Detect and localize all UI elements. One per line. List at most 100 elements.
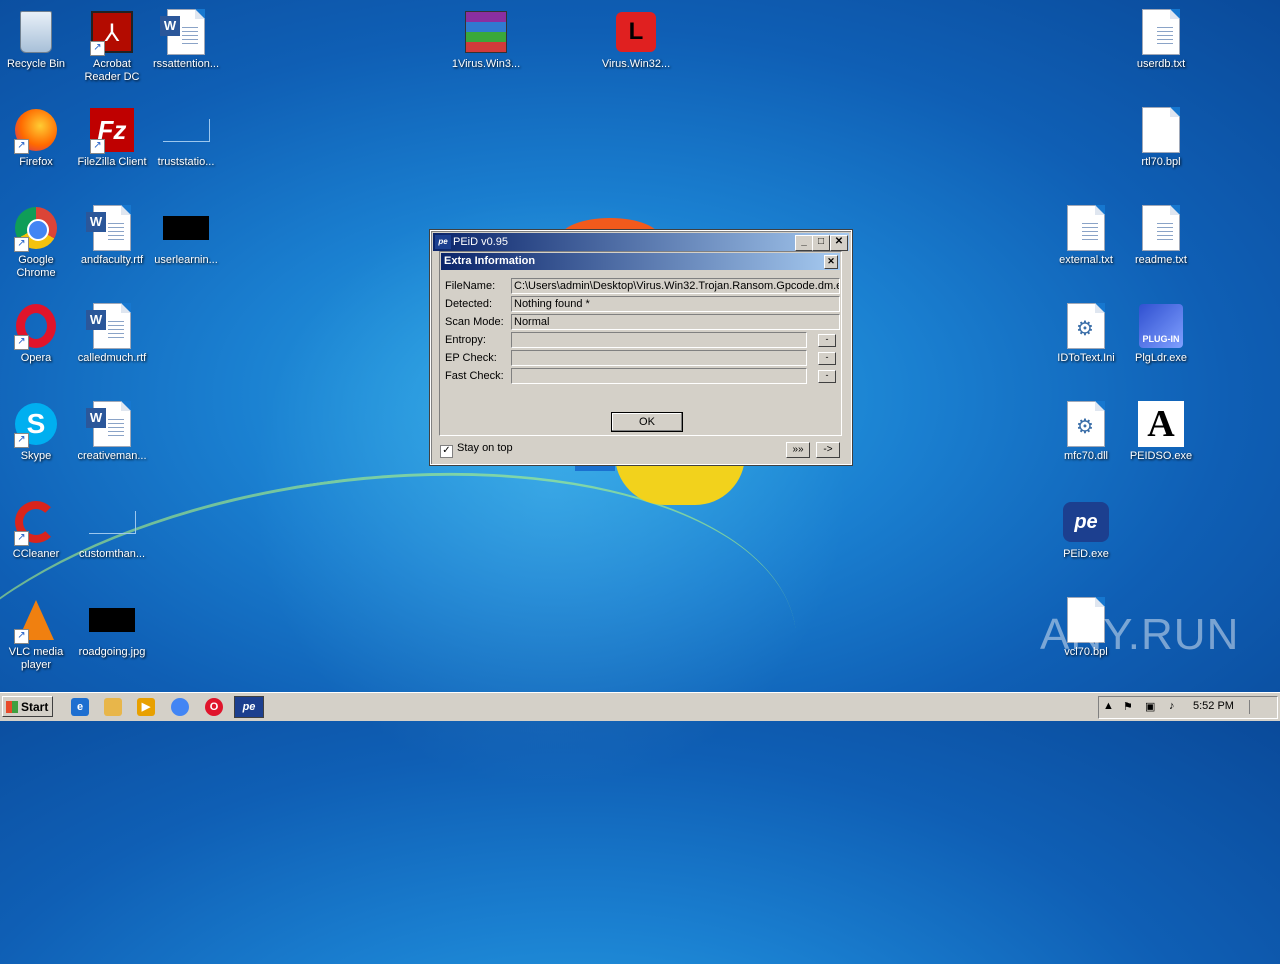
- image-thumbnail-icon: [162, 204, 210, 252]
- show-desktop-button[interactable]: [1249, 700, 1270, 714]
- icon-label: creativeman...: [77, 450, 147, 462]
- more-button[interactable]: »»: [786, 442, 810, 458]
- word-document-icon: W: [86, 400, 136, 448]
- start-button[interactable]: Start: [2, 696, 53, 717]
- desktop-icon-creativeman[interactable]: W creativeman...: [74, 400, 150, 463]
- red-l-application-icon: L: [612, 8, 660, 56]
- icon-label: userdb.txt: [1136, 58, 1186, 70]
- desktop-icon-opera[interactable]: ↗ Opera: [0, 302, 74, 365]
- icon-label: Skype: [20, 450, 52, 462]
- blackletter-a-icon: A: [1137, 400, 1185, 448]
- desktop-icon-rtl70[interactable]: rtl70.bpl: [1123, 106, 1199, 169]
- fast-check-row: Fast Check: -: [445, 368, 840, 384]
- extra-info-title: Extra Information: [444, 255, 536, 267]
- desktop-icon-peid[interactable]: pe PEiD.exe: [1048, 498, 1124, 561]
- desktop-icon-filezilla[interactable]: Fz ↗ FileZilla Client: [74, 106, 150, 169]
- fast-check-field[interactable]: [511, 368, 807, 384]
- chrome-taskbar-icon[interactable]: [171, 698, 189, 716]
- peid-icon: pe: [435, 235, 451, 249]
- maximize-button[interactable]: □: [812, 235, 830, 251]
- icon-label: readme.txt: [1135, 254, 1187, 266]
- desktop-icon-userdb[interactable]: userdb.txt: [1123, 8, 1199, 71]
- blank-thumbnail-icon: [162, 106, 210, 154]
- fast-check-detail-button[interactable]: -: [818, 370, 836, 383]
- ep-check-field[interactable]: [511, 350, 807, 366]
- word-document-icon: W: [86, 204, 136, 252]
- action-center-flag-icon[interactable]: ⚑: [1123, 700, 1133, 713]
- blank-thumbnail-icon: [88, 498, 136, 546]
- word-document-icon: W: [86, 302, 136, 350]
- icon-label: rtl70.bpl: [1141, 156, 1181, 168]
- extra-info-panel: Extra Information ✕ FileName: C:\Users\a…: [439, 251, 842, 436]
- desktop-icon-peidso[interactable]: A PEIDSO.exe: [1123, 400, 1199, 463]
- text-file-icon: [1137, 204, 1185, 252]
- stay-on-top-control[interactable]: ✓ Stay on top: [440, 442, 513, 458]
- show-hidden-icons-icon[interactable]: ▲: [1103, 700, 1114, 712]
- desktop-icon-truststatio[interactable]: truststatio...: [148, 106, 224, 169]
- desktop-icon-skype[interactable]: S ↗ Skype: [0, 400, 74, 463]
- ep-check-detail-button[interactable]: -: [818, 352, 836, 365]
- desktop-icon-virus-win32[interactable]: L Virus.Win32...: [598, 8, 674, 71]
- scan-mode-field[interactable]: Normal: [511, 314, 840, 330]
- file-icon: [1137, 106, 1185, 154]
- arrow-button[interactable]: ->: [816, 442, 840, 458]
- peid-taskbar-button[interactable]: pe: [234, 696, 264, 718]
- taskbar: Start e ▶ O pe ▲ ⚑ ▣ ♪ 5:52 PM: [0, 692, 1280, 721]
- icon-label: VLC media player: [8, 646, 64, 671]
- desktop-icon-userlearnin[interactable]: userlearnin...: [148, 204, 224, 267]
- start-label: Start: [21, 700, 49, 714]
- volume-icon[interactable]: ♪: [1169, 700, 1175, 712]
- desktop-icon-chrome[interactable]: ↗ Google Chrome: [0, 204, 74, 280]
- icon-label: PEiD.exe: [1063, 548, 1109, 560]
- desktop-icon-firefox[interactable]: ↗ Firefox: [0, 106, 74, 169]
- icon-label: PEIDSO.exe: [1129, 450, 1193, 462]
- icon-label: Acrobat Reader DC: [84, 58, 140, 83]
- dialog-titlebar[interactable]: pe PEiD v0.95 _ □ ✕: [433, 233, 849, 251]
- desktop-icon-roadgoing[interactable]: roadgoing.jpg: [74, 596, 150, 659]
- entropy-detail-button[interactable]: -: [818, 334, 836, 347]
- system-tray: ▲ ⚑ ▣ ♪ 5:52 PM: [1098, 696, 1278, 719]
- desktop-icon-ccleaner[interactable]: ↗ CCleaner: [0, 498, 74, 561]
- clock[interactable]: 5:52 PM: [1193, 700, 1234, 712]
- entropy-field[interactable]: [511, 332, 807, 348]
- extra-info-titlebar: Extra Information ✕: [441, 253, 840, 270]
- desktop-icon-rssattention[interactable]: W rssattention...: [148, 8, 224, 71]
- media-player-icon[interactable]: ▶: [137, 698, 155, 716]
- desktop-icon-plgldr[interactable]: PLUG-IN PlgLdr.exe: [1123, 302, 1199, 365]
- desktop-icon-readme[interactable]: readme.txt: [1123, 204, 1199, 267]
- detected-field[interactable]: Nothing found *: [511, 296, 840, 312]
- network-icon[interactable]: ▣: [1145, 700, 1155, 713]
- close-button[interactable]: ✕: [830, 235, 848, 251]
- minimize-button[interactable]: _: [795, 235, 813, 251]
- desktop-icon-vlc[interactable]: ↗ VLC media player: [0, 596, 74, 672]
- desktop-icon-1virus[interactable]: 1Virus.Win3...: [448, 8, 524, 71]
- detected-row: Detected: Nothing found *: [445, 296, 840, 312]
- desktop-icon-acrobat[interactable]: ⅄ ↗ Acrobat Reader DC: [74, 8, 150, 84]
- desktop-icon-recycle-bin[interactable]: Recycle Bin: [0, 8, 74, 71]
- shortcut-arrow-icon: ↗: [90, 139, 105, 154]
- desktop-icon-andfaculty[interactable]: W andfaculty.rtf: [74, 204, 150, 267]
- icon-label: CCleaner: [12, 548, 60, 560]
- desktop-icon-mfc70[interactable]: ⚙ mfc70.dll: [1048, 400, 1124, 463]
- opera-taskbar-icon[interactable]: O: [205, 698, 223, 716]
- filename-field[interactable]: C:\Users\admin\Desktop\Virus.Win32.Troja…: [511, 278, 840, 294]
- icon-label: userlearnin...: [154, 254, 218, 266]
- extra-info-close-button[interactable]: ✕: [824, 255, 838, 269]
- ep-check-label: EP Check:: [445, 352, 497, 364]
- ok-button[interactable]: OK: [611, 412, 683, 432]
- desktop-icon-customthan[interactable]: customthan...: [74, 498, 150, 561]
- icon-label: PlgLdr.exe: [1135, 352, 1187, 364]
- shortcut-arrow-icon: ↗: [14, 531, 29, 546]
- peid-icon: pe: [1062, 498, 1110, 546]
- text-file-icon: [1137, 8, 1185, 56]
- icon-label: customthan...: [78, 548, 146, 560]
- stay-on-top-checkbox[interactable]: ✓: [440, 445, 453, 458]
- dialog-title: PEiD v0.95: [453, 236, 509, 248]
- icon-label: external.txt: [1059, 254, 1113, 266]
- explorer-icon[interactable]: [104, 698, 122, 716]
- icon-label: rssattention...: [152, 58, 220, 70]
- desktop-icon-calledmuch[interactable]: W calledmuch.rtf: [74, 302, 150, 365]
- desktop-icon-idtotext[interactable]: ⚙ IDToText.Ini: [1048, 302, 1124, 365]
- ie-icon[interactable]: e: [71, 698, 89, 716]
- desktop-icon-external[interactable]: external.txt: [1048, 204, 1124, 267]
